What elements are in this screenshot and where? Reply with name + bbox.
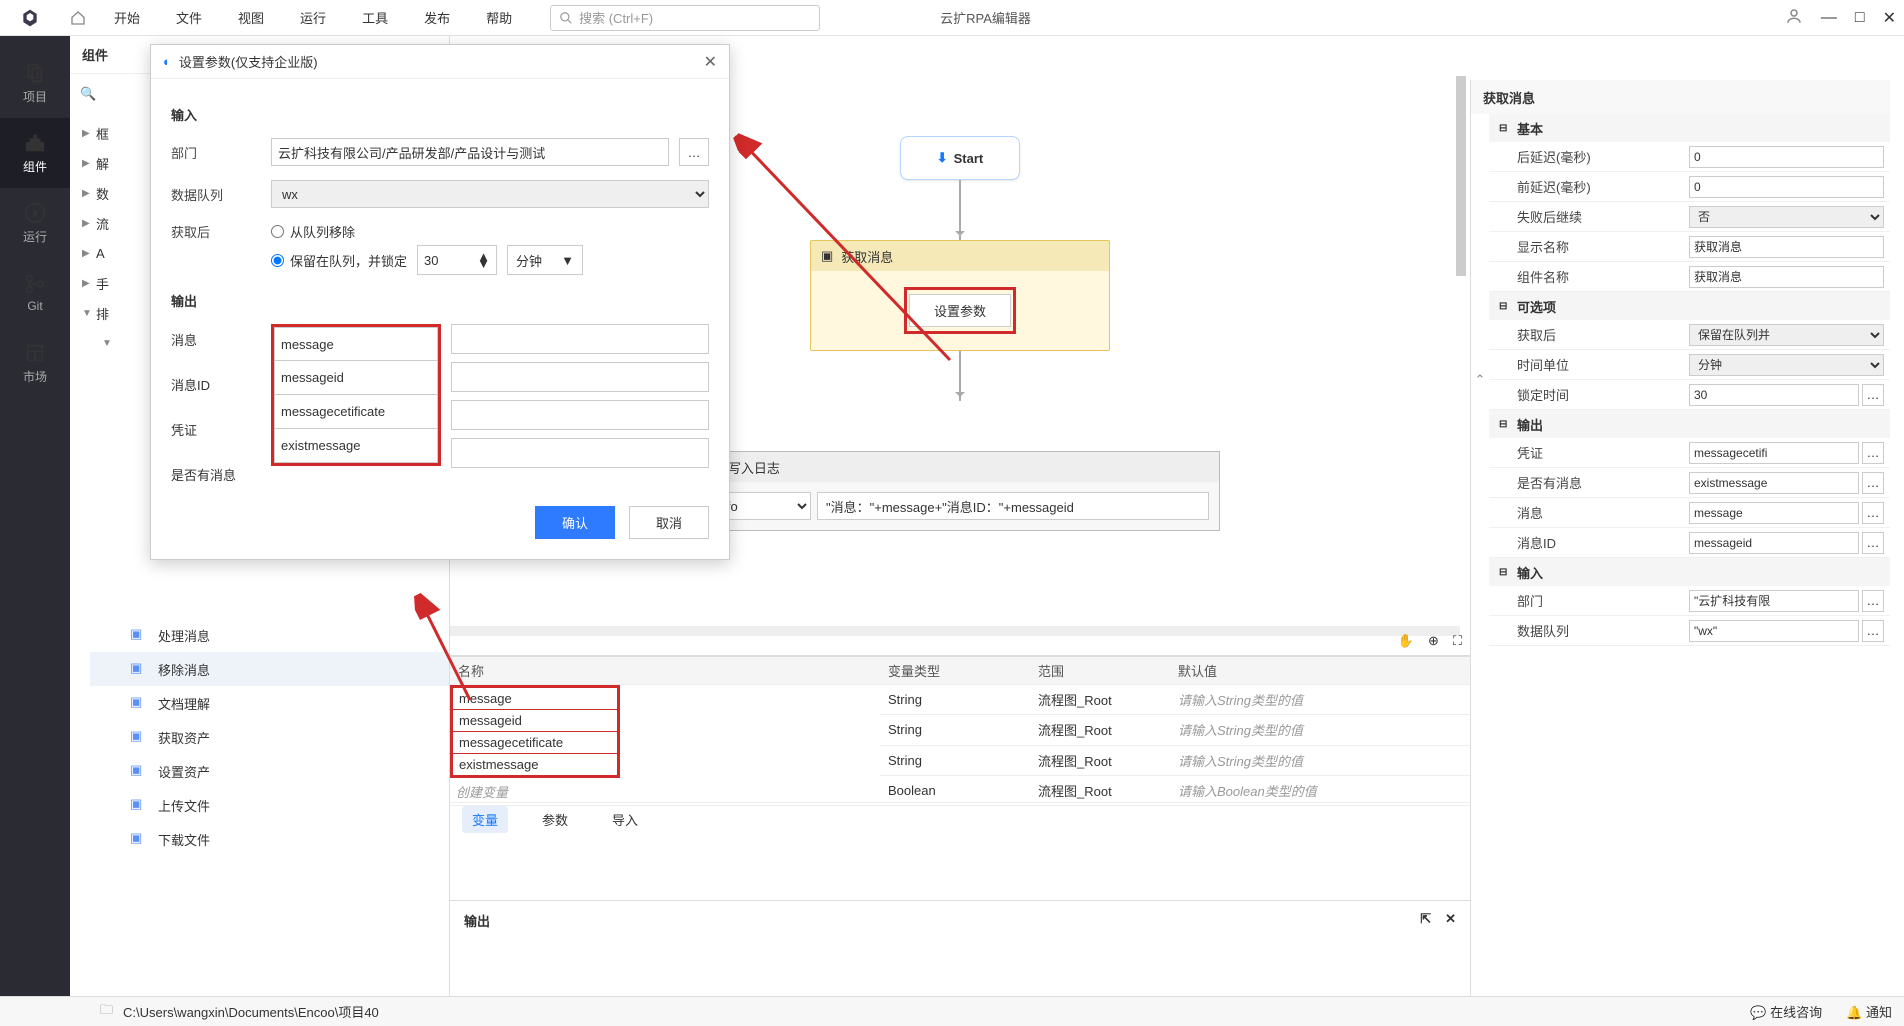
- dialog-icon: ◐: [163, 54, 171, 69]
- sidebar-components[interactable]: 组件: [0, 118, 70, 188]
- minimize-icon[interactable]: —: [1821, 9, 1837, 27]
- prop-row[interactable]: 获取后保留在队列并: [1489, 320, 1890, 350]
- set-params-dialog: ◐设置参数(仅支持企业版)✕ 输入 部门… 数据队列wx 获取后从队列移除 保留…: [150, 44, 730, 560]
- tab-params[interactable]: 参数: [532, 806, 578, 833]
- out-cert[interactable]: [274, 395, 438, 429]
- action-upload[interactable]: ▣上传文件: [90, 788, 449, 822]
- action-download[interactable]: ▣下载文件: [90, 822, 449, 856]
- user-icon[interactable]: [1785, 7, 1803, 30]
- ok-button[interactable]: 确认: [535, 506, 615, 539]
- search-input[interactable]: 搜索 (Ctrl+F): [550, 5, 820, 31]
- close-output-icon[interactable]: ✕: [1445, 911, 1456, 927]
- tab-variables[interactable]: 变量: [462, 806, 508, 833]
- prop-row[interactable]: 前延迟(毫秒): [1489, 172, 1890, 202]
- menu-publish[interactable]: 发布: [406, 8, 468, 27]
- dept-browse[interactable]: …: [679, 138, 709, 166]
- prop-row[interactable]: 锁定时间…: [1489, 380, 1890, 410]
- menu-help[interactable]: 帮助: [468, 8, 530, 27]
- out-msg-extra[interactable]: [451, 324, 709, 354]
- sidebar-run[interactable]: 运行: [0, 188, 70, 258]
- out-cert-extra[interactable]: [451, 400, 709, 430]
- activity-icon: ▣: [821, 248, 833, 264]
- prop-row[interactable]: 数据队列…: [1489, 616, 1890, 646]
- sidebar-market[interactable]: 市场: [0, 328, 70, 398]
- zoom-icon[interactable]: ⊕: [1428, 633, 1439, 649]
- out-message[interactable]: [274, 327, 438, 361]
- search-icon: 🔍: [80, 86, 96, 102]
- action-get-asset[interactable]: ▣获取资产: [90, 720, 449, 754]
- out-id-extra[interactable]: [451, 362, 709, 392]
- online-support[interactable]: 💬 在线咨询: [1750, 1002, 1822, 1021]
- log-expression[interactable]: "消息："+message+"消息ID："+messageid: [817, 492, 1209, 520]
- download-icon: ⬇: [937, 150, 948, 166]
- dept-input[interactable]: [271, 138, 669, 166]
- popout-icon[interactable]: ⇱: [1420, 911, 1431, 927]
- lock-unit-select[interactable]: 分钟▼: [507, 245, 583, 275]
- prop-row[interactable]: 后延迟(毫秒): [1489, 142, 1890, 172]
- panel-title: 组件: [82, 45, 108, 64]
- folder-icon: 🗀: [100, 1001, 113, 1023]
- radio-remove[interactable]: [271, 225, 284, 238]
- prop-row[interactable]: 失败后继续否: [1489, 202, 1890, 232]
- pan-icon[interactable]: ✋: [1398, 633, 1414, 649]
- lock-time-input[interactable]: 30▲▼: [417, 245, 497, 275]
- variables-table[interactable]: 名称变量类型范围默认值 message messageid messagecet…: [450, 657, 1470, 806]
- menu-start[interactable]: 开始: [96, 8, 158, 27]
- queue-select[interactable]: wx: [271, 180, 709, 208]
- maximize-icon[interactable]: □: [1855, 9, 1865, 27]
- menu-view[interactable]: 视图: [220, 8, 282, 27]
- menu-tools[interactable]: 工具: [344, 8, 406, 27]
- app-logo: [0, 0, 60, 36]
- action-set-asset[interactable]: ▣设置资产: [90, 754, 449, 788]
- prop-row[interactable]: 部门…: [1489, 586, 1890, 616]
- sidebar-git[interactable]: Git: [0, 258, 70, 328]
- menu-run[interactable]: 运行: [282, 8, 344, 27]
- set-params-button[interactable]: 设置参数: [909, 294, 1011, 327]
- action-remove-msg[interactable]: ▣移除消息: [90, 652, 449, 686]
- prop-row[interactable]: 组件名称: [1489, 262, 1890, 292]
- out-messageid[interactable]: [274, 361, 438, 395]
- action-process-msg[interactable]: ▣处理消息: [90, 618, 449, 652]
- prop-row[interactable]: 时间单位分钟: [1489, 350, 1890, 380]
- menu-file[interactable]: 文件: [158, 8, 220, 27]
- fit-icon[interactable]: ⛶: [1453, 633, 1462, 649]
- prop-row[interactable]: 凭证…: [1489, 438, 1890, 468]
- close-icon[interactable]: ✕: [1883, 8, 1896, 28]
- status-path: C:\Users\wangxin\Documents\Encoo\项目40: [123, 1002, 379, 1021]
- prop-row[interactable]: 消息…: [1489, 498, 1890, 528]
- prop-row[interactable]: 是否有消息…: [1489, 468, 1890, 498]
- app-title: 云扩RPA编辑器: [940, 8, 1031, 27]
- props-title: 获取消息: [1471, 80, 1890, 114]
- search-icon: [559, 11, 573, 25]
- prop-row[interactable]: 消息ID…: [1489, 528, 1890, 558]
- activity-log[interactable]: ✎写入日志 Info "消息："+message+"消息ID："+message…: [700, 451, 1220, 531]
- home-icon[interactable]: [60, 10, 96, 26]
- start-node[interactable]: ⬇Start: [900, 136, 1020, 180]
- activity-get-message[interactable]: ▣获取消息 设置参数: [810, 240, 1110, 351]
- cancel-button[interactable]: 取消: [629, 506, 709, 539]
- notifications[interactable]: 🔔 通知: [1846, 1002, 1892, 1021]
- tab-import[interactable]: 导入: [602, 806, 648, 833]
- radio-keep[interactable]: [271, 254, 284, 267]
- sidebar-project[interactable]: 项目: [0, 48, 70, 118]
- out-exist[interactable]: [274, 429, 438, 463]
- action-doc-parse[interactable]: ▣文档理解: [90, 686, 449, 720]
- dialog-close-icon[interactable]: ✕: [704, 52, 717, 72]
- out-exist-extra[interactable]: [451, 438, 709, 468]
- output-title: 输出: [464, 914, 490, 929]
- prop-row[interactable]: 显示名称: [1489, 232, 1890, 262]
